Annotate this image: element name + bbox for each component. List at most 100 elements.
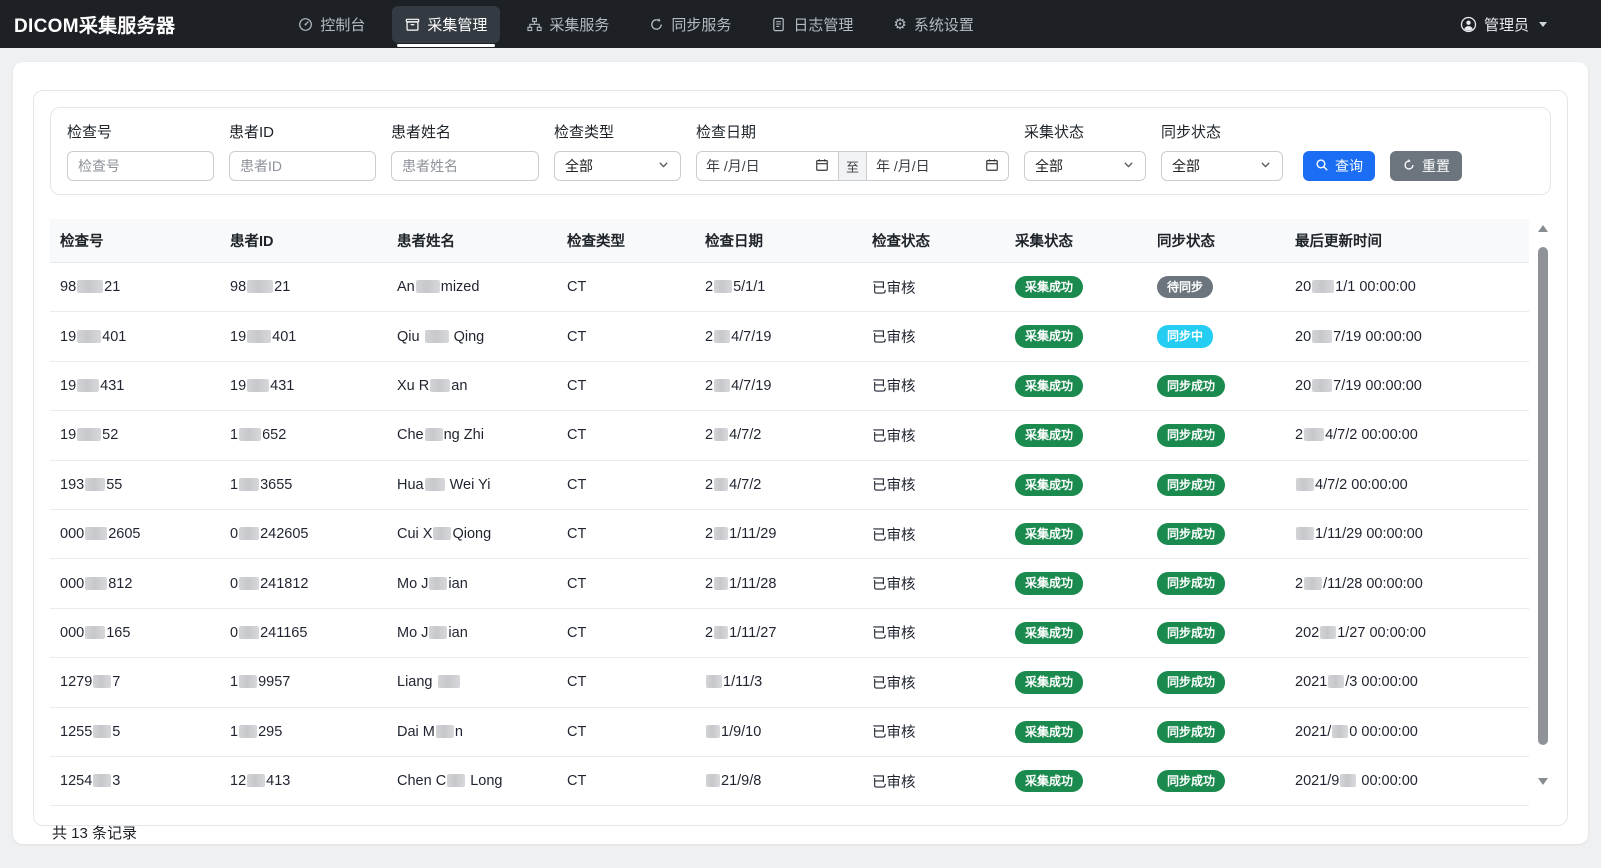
table-row[interactable]: 1943119431Xu RanCT24/7/19已审核采集成功同步成功207/… (50, 361, 1529, 410)
cell-exam_date: 1/11/3 (695, 658, 862, 707)
table-row[interactable]: 0008120241812Mo JianCT21/11/28已审核采集成功同步成… (50, 559, 1529, 608)
journal-icon (771, 17, 786, 32)
patient-name-label: 患者姓名 (391, 121, 539, 142)
cell-exam_no: 19401 (50, 312, 220, 361)
nav-item-采集服务[interactable]: 采集服务 (514, 6, 622, 43)
collect-status-badge: 采集成功 (1015, 622, 1083, 644)
cell-patient_id: 0242605 (220, 509, 387, 558)
redacted-text (77, 280, 103, 293)
table-row[interactable]: 19521652Cheng ZhiCT24/7/2已审核采集成功同步成功24/7… (50, 411, 1529, 460)
cell-collect_status: 采集成功 (1005, 509, 1147, 558)
redacted-text (77, 428, 101, 441)
redacted-text (1304, 428, 1324, 441)
cell-patient_name: Mo Jian (387, 608, 557, 657)
cell-collect_status: 采集成功 (1005, 263, 1147, 312)
table-header-row: 检查号患者ID患者姓名检查类型检查日期检查状态采集状态同步状态最后更新时间 (50, 219, 1529, 263)
collect-status-badge: 采集成功 (1015, 276, 1083, 298)
cell-exam_no: 000812 (50, 559, 220, 608)
nav-item-采集管理[interactable]: 采集管理 (392, 6, 500, 43)
table-row[interactable]: 0001650241165Mo JianCT21/11/27已审核采集成功同步成… (50, 608, 1529, 657)
cell-patient_id: 19431 (220, 361, 387, 410)
date-to-placeholder: 年 /月/日 (876, 156, 930, 176)
redacted-text (247, 379, 269, 392)
redacted-text (1304, 577, 1322, 590)
cell-exam_date: 21/9/8 (695, 756, 862, 805)
nav-item-日志管理[interactable]: 日志管理 (758, 6, 866, 43)
cell-updated: 2021/3 00:00:00 (1285, 658, 1529, 707)
sync-status-badge: 同步成功 (1157, 474, 1225, 496)
cell-updated: 207/19 00:00:00 (1285, 361, 1529, 410)
top-navbar: DICOM采集服务器 控制台采集管理采集服务同步服务日志管理⚙系统设置 管理员 (0, 0, 1601, 48)
redacted-text (85, 577, 107, 590)
search-button[interactable]: 查询 (1303, 151, 1375, 181)
redacted-text (1312, 330, 1332, 343)
sync-status-select[interactable]: 全部 (1161, 151, 1283, 181)
nav-item-同步服务[interactable]: 同步服务 (636, 6, 744, 43)
scrollbar-thumb[interactable] (1538, 247, 1548, 745)
table-header: 检查号患者ID患者姓名检查类型检查日期检查状态采集状态同步状态最后更新时间 (50, 219, 1529, 263)
cell-exam_no: 12543 (50, 756, 220, 805)
date-from-input[interactable]: 年 /月/日 (696, 151, 839, 181)
exam-type-selected: 全部 (565, 156, 593, 176)
cell-exam_date: 25/1/1 (695, 263, 862, 312)
cell-patient_name: Qiu Qing (387, 312, 557, 361)
cell-exam_type: CT (557, 658, 695, 707)
table-row[interactable]: 00026050242605Cui XQiongCT21/11/29已审核采集成… (50, 509, 1529, 558)
cell-sync_status: 同步成功 (1147, 608, 1285, 657)
cell-patient_name: Hua Wei Yi (387, 460, 557, 509)
table-row[interactable]: 1254312413Chen C LongCT21/9/8已审核采集成功同步成功… (50, 756, 1529, 805)
date-to-input[interactable]: 年 /月/日 (866, 151, 1009, 181)
cell-exam_status: 已审核 (862, 559, 1005, 608)
exam-no-input[interactable] (67, 151, 214, 181)
sync-status-badge: 同步成功 (1157, 671, 1225, 693)
column-header-0: 检查号 (50, 219, 220, 263)
calendar-icon (985, 158, 999, 175)
cell-sync_status: 同步成功 (1147, 658, 1285, 707)
cell-exam_status: 已审核 (862, 756, 1005, 805)
collect-status-select[interactable]: 全部 (1024, 151, 1146, 181)
cell-sync_status: 同步成功 (1147, 756, 1285, 805)
nav-item-label: 采集服务 (549, 14, 609, 35)
table-row[interactable]: 1935513655Hua Wei YiCT24/7/2已审核采集成功同步成功4… (50, 460, 1529, 509)
nav-item-label: 控制台 (320, 14, 365, 35)
speedometer-icon (298, 17, 313, 32)
redacted-text (1332, 725, 1348, 738)
cell-updated: 24/7/2 00:00:00 (1285, 411, 1529, 460)
cell-exam_date: 24/7/19 (695, 312, 862, 361)
redacted-text (425, 330, 449, 343)
exam-type-select[interactable]: 全部 (554, 151, 681, 181)
column-header-2: 患者姓名 (387, 219, 557, 263)
user-menu[interactable]: 管理员 (1460, 14, 1577, 35)
nav-item-系统设置[interactable]: ⚙系统设置 (880, 6, 986, 43)
redacted-text (436, 725, 454, 738)
patient-name-input[interactable] (391, 151, 539, 181)
table-row[interactable]: 1279719957Liang CT1/11/3已审核采集成功同步成功2021/… (50, 658, 1529, 707)
scroll-down-arrow-icon[interactable] (1538, 778, 1548, 785)
filter-exam-date: 检查日期 年 /月/日 至 年 /月/日 (696, 121, 1009, 181)
cell-exam_status: 已审核 (862, 263, 1005, 312)
cell-collect_status: 采集成功 (1005, 411, 1147, 460)
redacted-text (714, 280, 732, 293)
archive-icon (405, 17, 420, 32)
redacted-text (714, 379, 730, 392)
redacted-text (1340, 774, 1356, 787)
cell-exam_type: CT (557, 509, 695, 558)
reset-button[interactable]: 重置 (1390, 151, 1462, 181)
redacted-text (714, 478, 728, 491)
redacted-text (239, 577, 259, 590)
content-panel: 检查号 患者ID 患者姓名 检查类型 全部 检查日期 (33, 90, 1568, 826)
reset-button-label: 重置 (1422, 156, 1450, 176)
column-header-1: 患者ID (220, 219, 387, 263)
table-row[interactable]: 98219821AnmizedCT25/1/1已审核采集成功待同步201/1 0… (50, 263, 1529, 312)
cell-updated: 2021/9 00:00:00 (1285, 756, 1529, 805)
column-header-5: 检查状态 (862, 219, 1005, 263)
table-row[interactable]: 1940119401Qiu QingCT24/7/19已审核采集成功同步中207… (50, 312, 1529, 361)
chevron-down-icon (1259, 158, 1272, 174)
patient-id-input[interactable] (229, 151, 376, 181)
cell-exam_type: CT (557, 707, 695, 756)
table-row[interactable]: 125551295Dai MnCT1/9/10已审核采集成功同步成功2021/0… (50, 707, 1529, 756)
nav-item-控制台[interactable]: 控制台 (285, 6, 378, 43)
cell-exam_date: 21/11/28 (695, 559, 862, 608)
vertical-scrollbar[interactable] (1537, 225, 1549, 785)
scroll-up-arrow-icon[interactable] (1538, 225, 1548, 232)
